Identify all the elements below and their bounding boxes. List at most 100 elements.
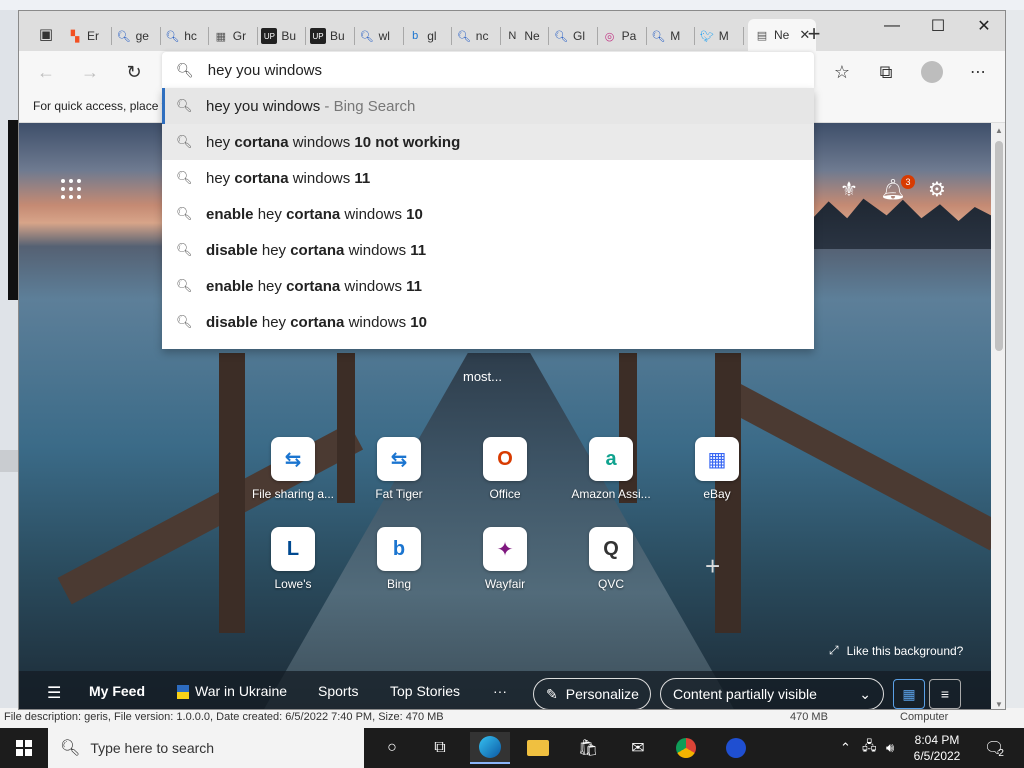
search-icon: 🔍︎ [176, 170, 193, 185]
tab-13[interactable]: 🐦︎ M [699, 23, 739, 49]
file-size-text: 470 MB [790, 711, 828, 723]
volume-icon[interactable]: 🔊︎ [886, 728, 894, 768]
site-tile[interactable]: a Amazon Assi... [565, 437, 657, 501]
like-background-link[interactable]: ⤢ Like this background? [829, 643, 963, 658]
site-tile-label: Lowe's [274, 577, 312, 591]
site-tile[interactable]: Q QVC [565, 527, 657, 591]
add-site-button[interactable]: + [705, 551, 720, 582]
tab-separator [111, 27, 112, 45]
site-tile-label: eBay [703, 487, 731, 501]
clock-time: 8:04 PM [914, 733, 960, 747]
tab-separator [208, 27, 210, 45]
microsoft-store-icon[interactable]: 🛍︎ [568, 732, 608, 764]
site-tile[interactable]: L Lowe's [247, 527, 339, 591]
new-tab-button[interactable]: + [799, 19, 829, 49]
tab-9[interactable]: N Ne [504, 23, 544, 49]
site-tile[interactable]: b Bing [353, 527, 445, 591]
collections-icon[interactable]: ⧉ [871, 57, 901, 87]
tab-8[interactable]: 🔍︎ nc [456, 23, 496, 49]
start-button[interactable] [0, 728, 48, 768]
tab-top-stories[interactable]: Top Stories [390, 683, 460, 699]
suggestion-item[interactable]: 🔍︎ enable hey cortana windows 11 [162, 268, 814, 304]
tab-10[interactable]: 🔍︎ Gl [553, 23, 593, 49]
suggestion-item[interactable]: 🔍︎ hey cortana windows 10 not working [162, 124, 814, 160]
tab-7[interactable]: b gl [407, 23, 447, 49]
address-input[interactable]: hey you windows [208, 62, 322, 79]
close-window-button[interactable]: ✕ [961, 11, 1005, 41]
site-tile-label: Fat Tiger [375, 487, 423, 501]
feed-more-icon[interactable]: ··· [493, 683, 507, 699]
hamburger-menu-icon[interactable]: ☰ [47, 683, 61, 703]
edge-taskbar-icon[interactable] [470, 732, 510, 764]
content-visibility-dropdown[interactable]: Content partially visible ⌄ [660, 678, 884, 709]
tab-1[interactable]: 🔍︎ ge [116, 23, 156, 49]
tab-label: Gr [232, 29, 247, 43]
site-tile[interactable]: ✦ Wayfair [459, 527, 551, 591]
tab-my-feed[interactable]: My Feed [89, 683, 145, 699]
suggestion-item[interactable]: 🔍︎ disable hey cortana windows 11 [162, 232, 814, 268]
maximize-button[interactable]: ☐ [915, 11, 961, 41]
tab-5[interactable]: UP Bu [310, 23, 350, 49]
like-background-label: Like this background? [846, 643, 964, 658]
tab-war-in-ukraine[interactable]: War in Ukraine [177, 683, 287, 700]
search-icon: 🔍︎ [60, 740, 81, 757]
list-view-button[interactable]: ≡ [929, 679, 961, 709]
minimize-button[interactable]: — [869, 11, 915, 41]
action-center-icon[interactable]: 🗨︎ 2 [984, 728, 1004, 768]
taskbar-clock[interactable]: 8:04 PM 6/5/2022 [906, 732, 968, 764]
tab-0[interactable]: ▚ Er [67, 23, 107, 49]
rewards-icon[interactable]: ⚜ [837, 177, 861, 201]
scroll-up-arrow-icon[interactable]: ▲ [991, 123, 1005, 137]
suggestion-item[interactable]: 🔍︎ hey you windows - Bing Search [162, 88, 814, 124]
more-options-icon[interactable]: ⋯ [963, 57, 993, 87]
back-arrow-icon[interactable]: ← [31, 57, 61, 87]
address-bar[interactable]: 🔍︎ hey you windows [162, 52, 814, 88]
search-icon: 🔍︎ [176, 134, 193, 149]
chrome-icon[interactable] [666, 732, 706, 764]
page-scrollbar[interactable]: ▲ ▼ [991, 123, 1005, 709]
tab-11[interactable]: ◎ Pa [602, 23, 642, 49]
suggestion-item[interactable]: 🔍︎ disable hey cortana windows 10 [162, 304, 814, 340]
action-center-badge: 2 [998, 747, 1004, 759]
show-hidden-icons-chevron-icon[interactable]: ⌃ [840, 728, 851, 768]
site-tile[interactable]: ⇆ Fat Tiger [353, 437, 445, 501]
network-icon[interactable]: 🖧︎ [862, 728, 877, 768]
favorites-icon[interactable]: ☆ [827, 57, 857, 87]
tab-sports[interactable]: Sports [318, 683, 358, 699]
tab-actions-icon[interactable]: ▣ [31, 19, 61, 49]
personalize-button[interactable]: ✎ Personalize [533, 678, 651, 709]
scroll-down-arrow-icon[interactable]: ▼ [991, 697, 1005, 709]
tab-separator [354, 27, 355, 45]
suggestion-item[interactable]: 🔍︎ hey cortana windows 11 [162, 160, 814, 196]
tab-4[interactable]: UP Bu [261, 23, 301, 49]
suggestion-text: 11 [354, 169, 371, 187]
tab-12[interactable]: 🔍︎ M [650, 23, 690, 49]
scrollbar-thumb[interactable] [995, 141, 1003, 351]
search-icon: 🔍︎ [651, 30, 666, 43]
tab-2[interactable]: 🔍︎ hc [164, 23, 204, 49]
taskbar-search-box[interactable]: 🔍︎ Type here to search [48, 728, 364, 768]
bing-icon: b [412, 30, 419, 42]
cortana-icon[interactable]: ○ [372, 732, 412, 764]
suggestion-text: enable [206, 277, 254, 295]
site-tile-label: Office [489, 487, 521, 501]
file-explorer-icon[interactable] [518, 732, 558, 764]
forward-arrow-icon[interactable]: → [75, 57, 105, 87]
sonic-game-icon[interactable] [716, 732, 756, 764]
suggestion-item[interactable]: 🔍︎ enable hey cortana windows 10 [162, 196, 814, 232]
site-tile[interactable]: O Office [459, 437, 551, 501]
refresh-icon[interactable]: ↻ [119, 57, 149, 87]
tab-separator [742, 27, 744, 45]
task-view-icon[interactable]: ⧉ [420, 732, 460, 764]
suggestion-text: cortana [290, 313, 345, 331]
site-tile[interactable]: ▦ eBay [671, 437, 763, 501]
tab-3[interactable]: ▦ Gr [213, 23, 253, 49]
site-tile[interactable]: ⇆ File sharing a... [247, 437, 339, 501]
apps-launcher-icon[interactable] [61, 179, 81, 199]
tab-active-label: Ne [774, 28, 790, 42]
tab-6[interactable]: 🔍︎ wl [359, 23, 399, 49]
profile-avatar[interactable] [917, 57, 947, 87]
settings-gear-icon[interactable]: ⚙ [925, 177, 949, 201]
mail-icon[interactable]: ✉ [618, 732, 658, 764]
grid-view-button[interactable]: ▦ [893, 679, 925, 709]
